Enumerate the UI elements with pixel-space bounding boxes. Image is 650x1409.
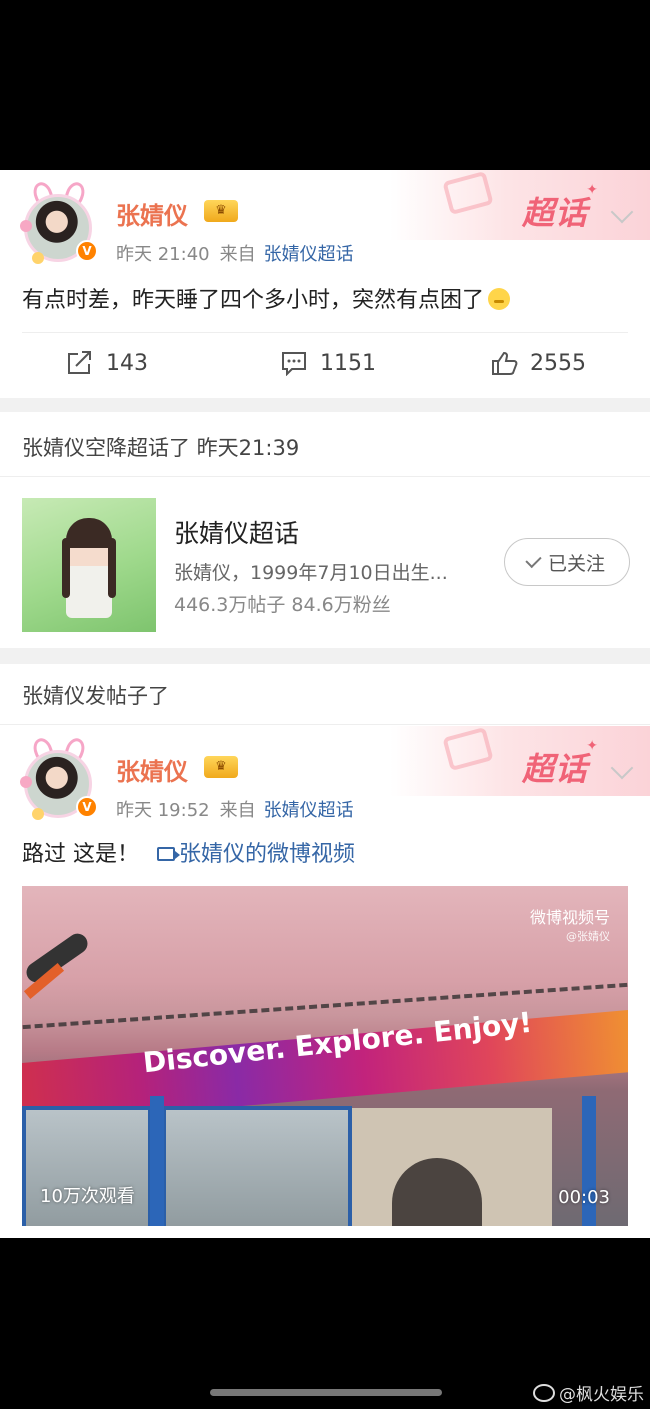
check-icon <box>525 551 542 568</box>
post-time: 昨天 21:40 <box>116 244 210 265</box>
supertopic-stats: 446.3万帖子 84.6万粉丝 <box>174 594 391 616</box>
member-crown-icon: ♛ <box>204 200 238 222</box>
avatar[interactable]: V <box>18 179 98 266</box>
section-gap <box>0 398 650 412</box>
source-prefix: 来自 <box>219 800 256 821</box>
verified-badge-icon: V <box>76 796 98 818</box>
source-link[interactable]: 张婧仪超话 <box>264 800 354 821</box>
comment-button[interactable]: 1151 <box>280 348 376 378</box>
supertopic-name[interactable]: 张婧仪超话 <box>174 514 299 550</box>
like-count: 2555 <box>530 350 586 376</box>
video-duration: 00:03 <box>558 1187 610 1208</box>
repost-count: 143 <box>106 350 148 376</box>
topic-notice: 张婧仪空降超话了 昨天21:39 <box>0 412 650 476</box>
verified-badge-icon: V <box>76 240 98 262</box>
sparkle-icon: ✦ <box>586 182 598 198</box>
notice-title: 张婧仪空降超话了 昨天21:39 <box>22 436 300 460</box>
supertopic-header-bg <box>390 170 650 240</box>
video-views: 10万次观看 <box>40 1186 135 1207</box>
supertopic-label: 超话 <box>521 750 588 788</box>
post-text[interactable]: 有点时差，昨天睡了四个多小时，突然有点困了 <box>22 282 511 314</box>
username[interactable]: 张婧仪 <box>116 752 188 787</box>
home-indicator[interactable] <box>210 1389 442 1396</box>
post-meta: 昨天 19:52 来自 张婧仪超话 <box>116 796 354 822</box>
video-watermark: 微博视频号 @张婧仪 <box>529 908 610 943</box>
weibo-feed: 超话 ✦ V 张婧仪 ♛ 昨天 21:40 来自 张婧仪超话 有点时差，昨天睡了四个… <box>0 170 650 1238</box>
following-button[interactable]: 已关注 <box>504 538 630 586</box>
watermark-credit: @枫火娱乐 <box>533 1380 644 1405</box>
divider <box>22 332 628 333</box>
post-text[interactable]: 路过 这是！ 张婧仪的微博视频 <box>22 836 355 868</box>
post-time: 昨天 19:52 <box>116 800 210 821</box>
repost-button[interactable]: 143 <box>66 348 148 378</box>
post-card-2[interactable]: 超话 ✦ V 张婧仪 ♛ 昨天 19:52 来自 张婧仪超话 路过 这是！ 张婧仪的微… <box>0 726 650 1238</box>
supertopic-card[interactable]: 张婧仪超话 张婧仪，1999年7月10日出生... 446.3万帖子 84.6万… <box>0 478 650 648</box>
following-label: 已关注 <box>547 552 605 575</box>
like-button[interactable]: 2555 <box>490 348 586 378</box>
post-meta: 昨天 21:40 来自 张婧仪超话 <box>116 240 354 266</box>
source-link[interactable]: 张婧仪超话 <box>264 244 354 265</box>
source-prefix: 来自 <box>219 244 256 265</box>
member-crown-icon: ♛ <box>204 756 238 778</box>
share-icon <box>68 351 91 374</box>
supertopic-header-bg <box>390 726 650 796</box>
username[interactable]: 张婧仪 <box>116 196 188 231</box>
weibo-logo-icon <box>533 1383 555 1402</box>
supertopic-desc: 张婧仪，1999年7月10日出生... <box>174 562 448 584</box>
avatar[interactable]: V <box>18 735 98 822</box>
sparkle-icon: ✦ <box>586 738 598 754</box>
notice-title: 张婧仪发帖子了 <box>22 684 169 708</box>
supertopic-label: 超话 <box>521 194 588 232</box>
video-player[interactable]: Discover. Explore. Enjoy! 微博视频号 @张婧仪 10万… <box>22 886 628 1226</box>
comment-icon <box>282 352 306 376</box>
thumbs-up-icon <box>492 351 518 375</box>
divider <box>0 724 650 725</box>
section-gap <box>0 648 650 664</box>
post-card-1[interactable]: 超话 ✦ V 张婧仪 ♛ 昨天 21:40 来自 张婧仪超话 有点时差，昨天睡了四个… <box>0 170 650 398</box>
divider <box>0 476 650 477</box>
sleepy-emoji-icon <box>488 288 511 310</box>
supertopic-cover-image <box>22 498 156 632</box>
post-notice: 张婧仪发帖子了 <box>0 664 650 724</box>
bus-handle <box>22 929 92 987</box>
video-link[interactable]: 张婧仪的微博视频 <box>157 842 355 867</box>
comment-count: 1151 <box>320 350 376 376</box>
video-camera-icon <box>157 847 180 861</box>
